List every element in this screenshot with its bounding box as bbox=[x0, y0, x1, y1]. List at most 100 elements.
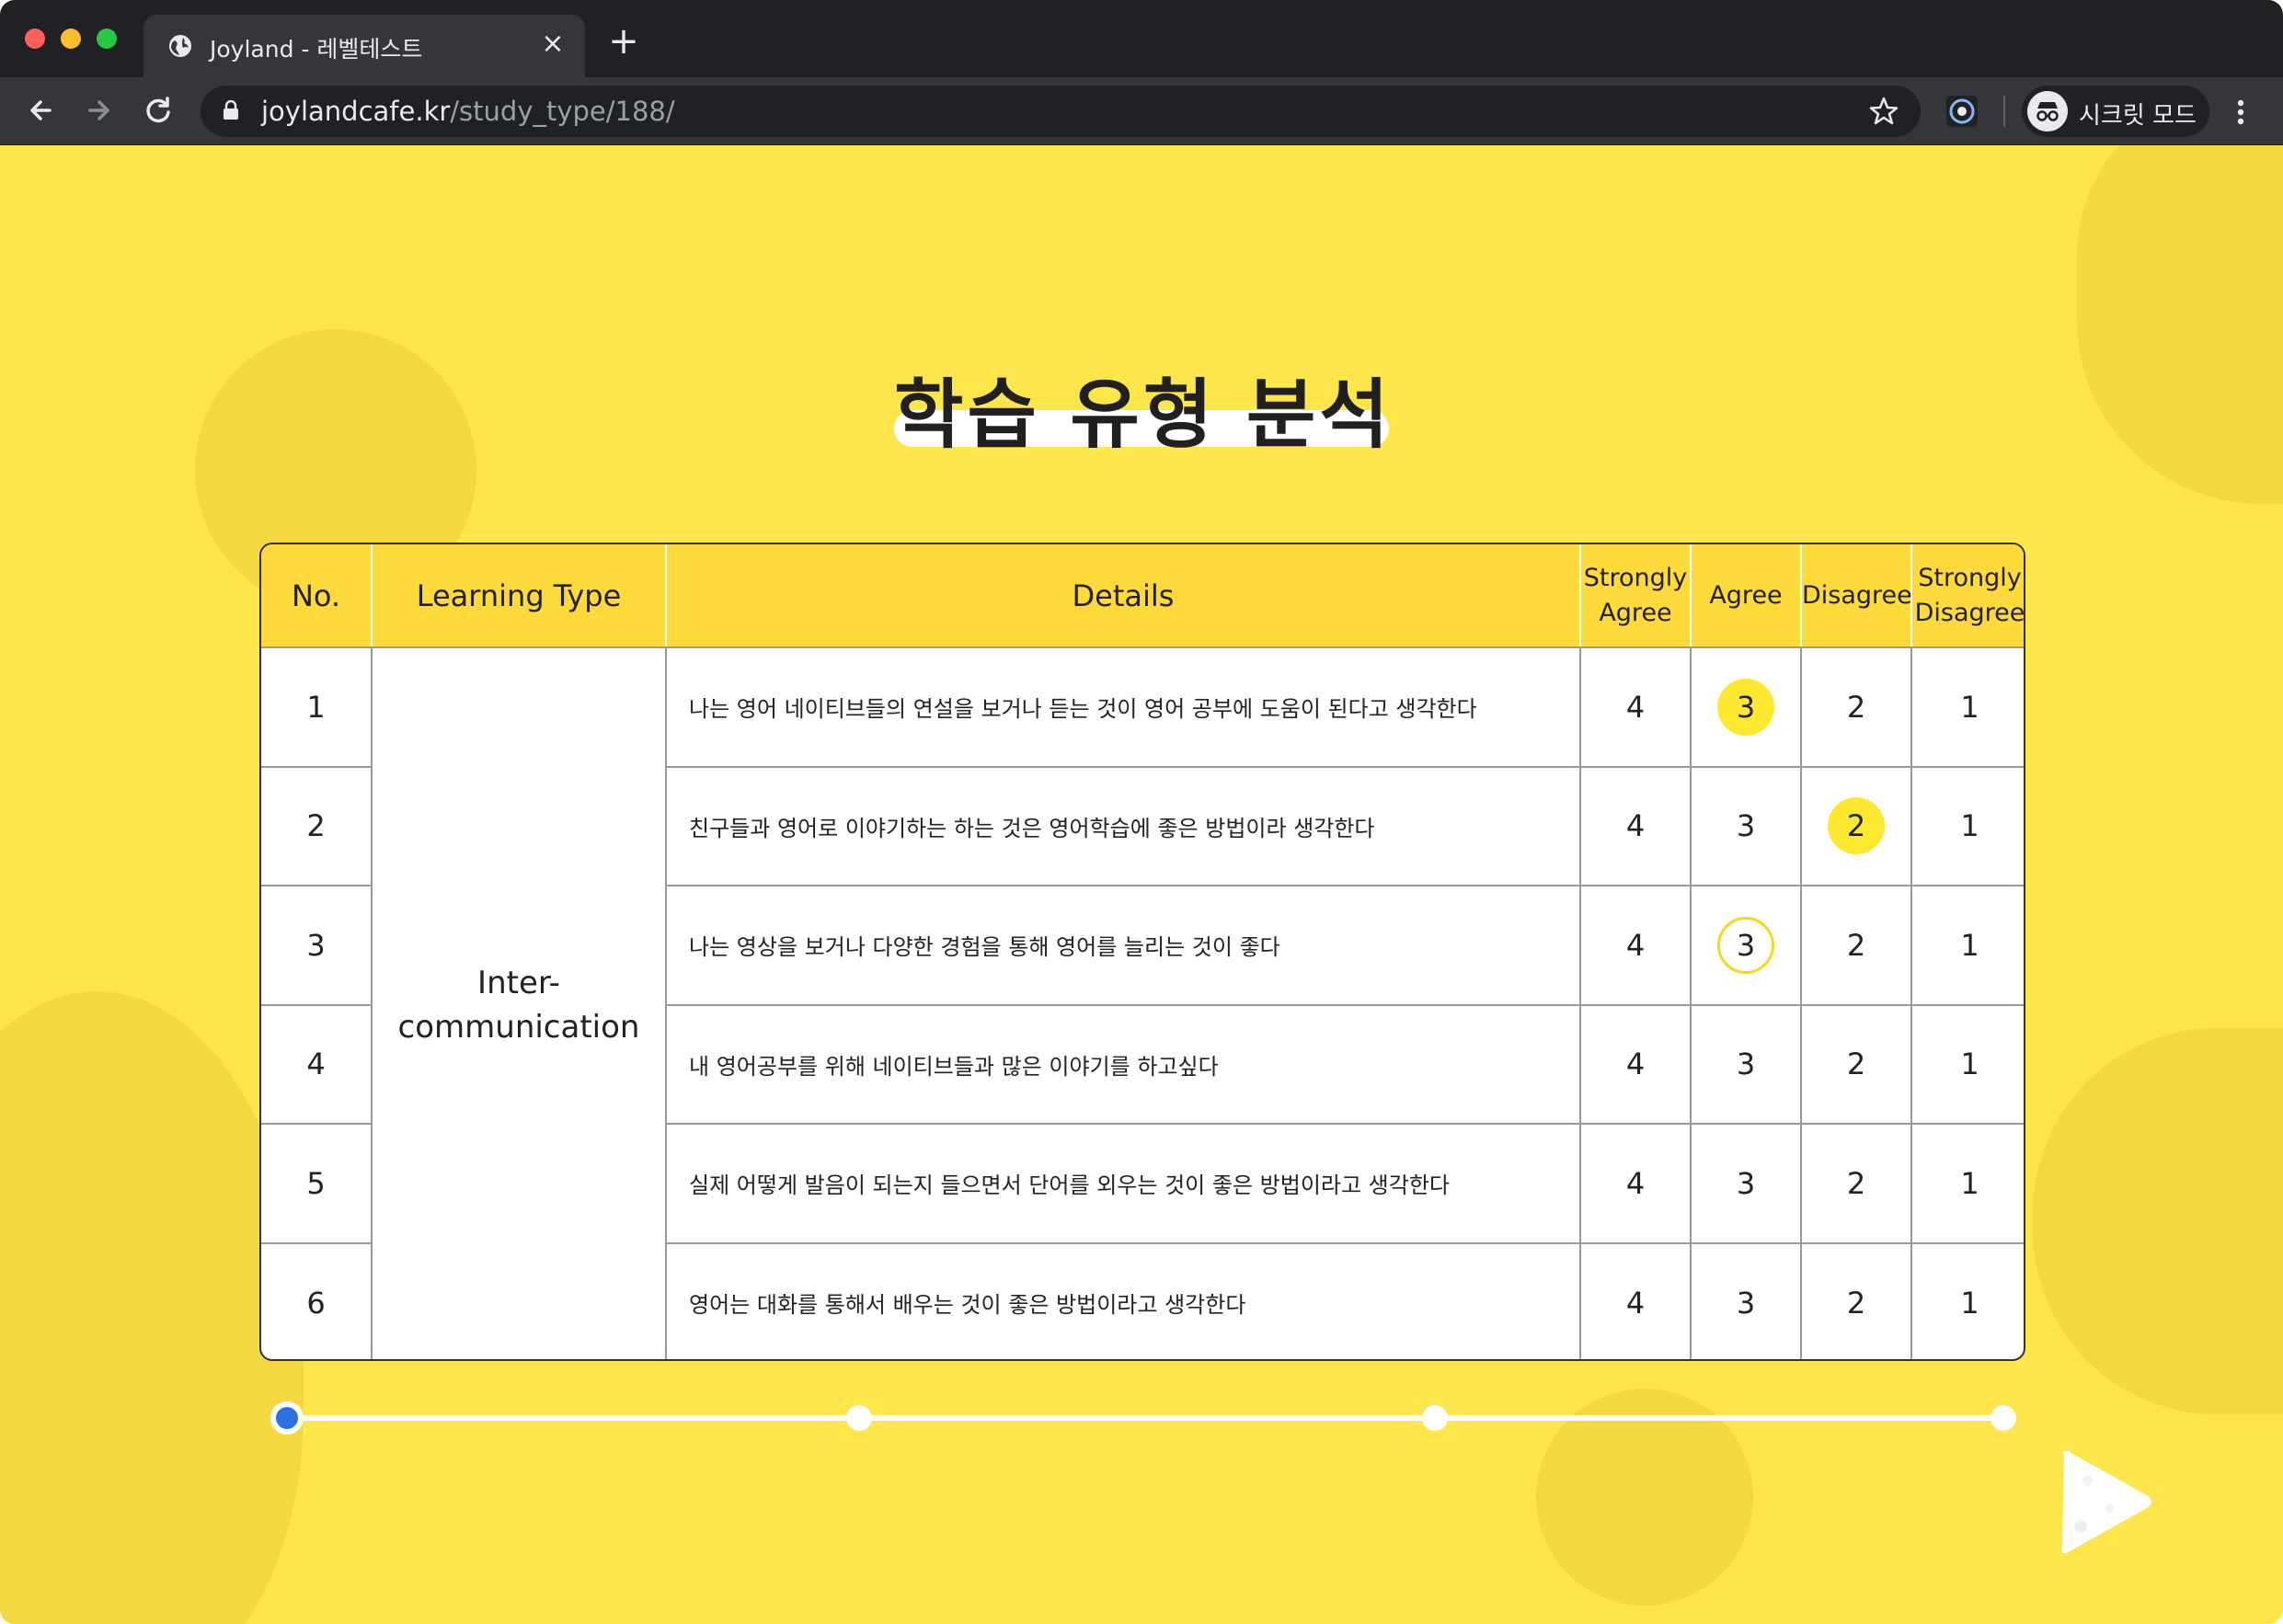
score-strongly-disagree[interactable]: 1 bbox=[1910, 1003, 2024, 1125]
score-strongly-agree[interactable]: 4 bbox=[1579, 1123, 1692, 1244]
score-option[interactable]: 2 bbox=[1828, 1155, 1885, 1212]
score-agree[interactable]: 3 bbox=[1690, 1241, 1802, 1359]
score-option[interactable]: 4 bbox=[1607, 917, 1664, 974]
score-option[interactable]: 1 bbox=[1942, 1155, 1999, 1212]
close-window-button[interactable] bbox=[25, 29, 45, 49]
score-disagree[interactable]: 2 bbox=[1800, 646, 1912, 768]
score-disagree[interactable]: 2 bbox=[1800, 1241, 1912, 1359]
score-option[interactable]: 2 bbox=[1828, 917, 1885, 974]
score-strongly-agree[interactable]: 4 bbox=[1579, 765, 1692, 886]
row-number: 4 bbox=[261, 1003, 373, 1125]
url-host: joylandcafe.kr bbox=[261, 96, 451, 127]
score-option[interactable]: 2 bbox=[1828, 679, 1885, 736]
score-option[interactable]: 3 bbox=[1717, 1275, 1774, 1332]
score-disagree[interactable]: 2 bbox=[1800, 765, 1912, 886]
score-strongly-agree[interactable]: 4 bbox=[1579, 885, 1692, 1006]
header-strongly-disagree-line1: Strongly bbox=[1918, 563, 2022, 592]
minimize-window-button[interactable] bbox=[61, 29, 81, 49]
score-option[interactable]: 2 bbox=[1828, 1275, 1885, 1332]
toolbar-separator bbox=[2003, 96, 2005, 127]
browser-tab[interactable]: Joyland - 레벨테스트 × bbox=[143, 15, 585, 77]
score-strongly-disagree[interactable]: 1 bbox=[1910, 1241, 2024, 1359]
score-option[interactable]: 4 bbox=[1607, 1275, 1664, 1332]
score-option[interactable]: 1 bbox=[1942, 1275, 1999, 1332]
header-strongly-agree: Strongly Agree bbox=[1580, 544, 1692, 648]
progress-step-3[interactable] bbox=[1422, 1405, 1448, 1431]
score-option-hover[interactable]: 3 bbox=[1717, 916, 1774, 974]
header-no: No. bbox=[261, 544, 373, 648]
score-option[interactable]: 1 bbox=[1942, 1035, 1999, 1092]
progress-step-4[interactable] bbox=[1990, 1405, 2016, 1431]
score-agree[interactable]: 3 bbox=[1690, 1003, 1802, 1125]
score-option[interactable]: 3 bbox=[1717, 1155, 1774, 1212]
url-path: /study_type/188/ bbox=[450, 96, 675, 127]
row-detail: 실제 어떻게 발음이 되는지 들으면서 단어를 외우는 것이 좋은 방법이라고 … bbox=[665, 1123, 1581, 1244]
score-disagree[interactable]: 2 bbox=[1800, 1003, 1912, 1125]
progress-step-2[interactable] bbox=[846, 1405, 872, 1431]
extension-icon[interactable] bbox=[1945, 94, 1979, 129]
score-option[interactable]: 1 bbox=[1942, 917, 1999, 974]
next-play-icon[interactable] bbox=[2048, 1442, 2158, 1561]
score-agree[interactable]: 3 bbox=[1690, 885, 1802, 1006]
row-number: 3 bbox=[261, 885, 373, 1006]
row-detail: 내 영어공부를 위해 네이티브들과 많은 이야기를 하고싶다 bbox=[665, 1003, 1581, 1125]
score-option[interactable]: 4 bbox=[1607, 797, 1664, 854]
score-strongly-disagree[interactable]: 1 bbox=[1910, 1123, 2024, 1244]
score-option[interactable]: 4 bbox=[1607, 1035, 1664, 1092]
row-detail: 나는 영어 네이티브들의 연설을 보거나 듣는 것이 영어 공부에 도움이 된다… bbox=[665, 646, 1581, 768]
score-strongly-agree[interactable]: 4 bbox=[1579, 646, 1692, 768]
header-disagree: Disagree bbox=[1801, 544, 1912, 648]
maximize-window-button[interactable] bbox=[97, 29, 117, 49]
url-text[interactable]: joylandcafe.kr/study_type/188/ bbox=[261, 96, 675, 127]
score-strongly-disagree[interactable]: 1 bbox=[1910, 646, 2024, 768]
reload-icon[interactable] bbox=[140, 92, 177, 129]
score-option[interactable]: 4 bbox=[1607, 1155, 1664, 1212]
header-learning-type: Learning Type bbox=[372, 544, 667, 648]
score-option-selected[interactable]: 3 bbox=[1717, 678, 1774, 736]
table-header-row: No. Learning Type Details Strongly Agree … bbox=[261, 544, 2024, 648]
survey-table: No. Learning Type Details Strongly Agree … bbox=[259, 543, 2025, 1361]
score-option[interactable]: 4 bbox=[1607, 679, 1664, 736]
address-bar[interactable]: joylandcafe.kr/study_type/188/ bbox=[201, 86, 1921, 137]
score-option-selected[interactable]: 2 bbox=[1828, 797, 1885, 855]
decor-blob bbox=[2033, 1028, 2283, 1414]
decor-blob bbox=[0, 991, 304, 1624]
close-tab-icon[interactable]: × bbox=[539, 30, 567, 58]
incognito-label: 시크릿 모드 bbox=[2079, 102, 2197, 130]
row-number: 6 bbox=[261, 1241, 373, 1359]
score-option[interactable]: 1 bbox=[1942, 679, 1999, 736]
score-strongly-disagree[interactable]: 1 bbox=[1910, 885, 2024, 1006]
tab-title: Joyland - 레벨테스트 bbox=[210, 36, 423, 63]
forward-icon[interactable] bbox=[81, 92, 118, 129]
score-disagree[interactable]: 2 bbox=[1800, 885, 1912, 1006]
globe-icon bbox=[169, 35, 191, 57]
header-details: Details bbox=[666, 544, 1581, 648]
header-strongly-agree-line1: Strongly bbox=[1583, 563, 1688, 592]
bookmark-star-icon[interactable] bbox=[1867, 95, 1900, 128]
progress-step-1[interactable] bbox=[270, 1401, 304, 1435]
header-strongly-agree-line2: Agree bbox=[1599, 598, 1672, 627]
lock-icon[interactable] bbox=[223, 100, 239, 120]
score-strongly-agree[interactable]: 4 bbox=[1579, 1241, 1692, 1359]
new-tab-button[interactable]: + bbox=[607, 23, 640, 60]
score-agree[interactable]: 3 bbox=[1690, 646, 1802, 768]
learning-type-line1: Inter- bbox=[477, 964, 560, 1001]
score-strongly-agree[interactable]: 4 bbox=[1579, 1003, 1692, 1125]
incognito-profile-button[interactable]: 시크릿 모드 bbox=[2022, 86, 2209, 137]
row-number: 1 bbox=[261, 646, 373, 768]
table-row: 1 Inter-communication 나는 영어 네이티브들의 연설을 보… bbox=[261, 646, 2024, 1359]
score-disagree[interactable]: 2 bbox=[1800, 1123, 1912, 1244]
score-option[interactable]: 2 bbox=[1828, 1035, 1885, 1092]
score-option[interactable]: 3 bbox=[1717, 797, 1774, 854]
score-option[interactable]: 3 bbox=[1717, 1035, 1774, 1092]
page-content: 학습 유형 분석 No. Learning Type Details Stron… bbox=[0, 145, 2283, 1624]
score-agree[interactable]: 3 bbox=[1690, 765, 1802, 886]
score-agree[interactable]: 3 bbox=[1690, 1123, 1802, 1244]
score-option[interactable]: 1 bbox=[1942, 797, 1999, 854]
browser-window: Joyland - 레벨테스트 × + joylandcafe.kr/study… bbox=[0, 0, 2283, 1624]
learning-type-line2: communication bbox=[397, 1008, 640, 1046]
title-bar: Joyland - 레벨테스트 × + bbox=[0, 0, 2283, 77]
back-icon[interactable] bbox=[22, 92, 59, 129]
score-strongly-disagree[interactable]: 1 bbox=[1910, 765, 2024, 886]
more-menu-icon[interactable] bbox=[2230, 94, 2252, 131]
